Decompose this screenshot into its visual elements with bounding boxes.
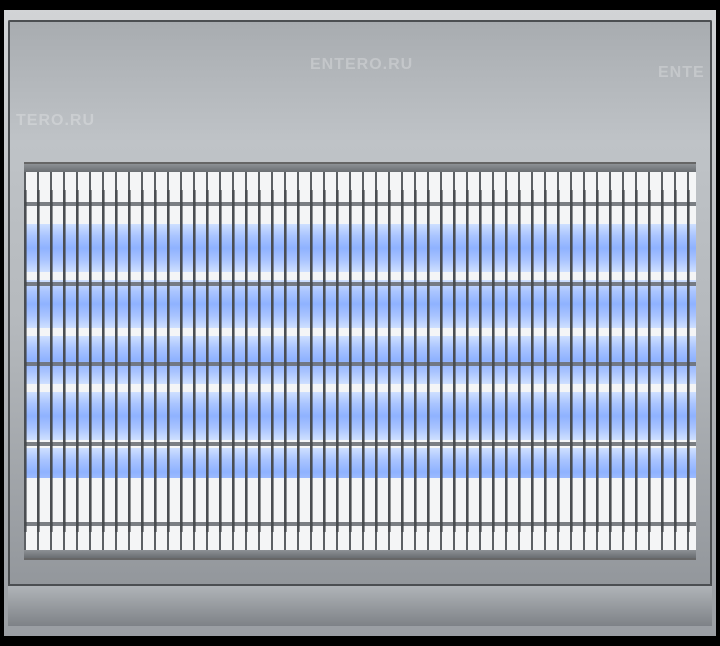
watermark-text: ENTERO.RU <box>310 56 413 74</box>
vertical-bars-inner <box>24 190 696 532</box>
device-front-panel: ENTERO.RU ENTE TERO.RU <box>8 20 712 626</box>
watermark-text: ENTE <box>658 64 705 82</box>
product-image-frame: ENTERO.RU ENTE TERO.RU <box>0 0 720 646</box>
protective-grid <box>24 162 696 560</box>
device-base-strip <box>8 584 712 626</box>
watermark-text: TERO.RU <box>16 112 95 130</box>
grid-bottom-rail <box>24 550 696 558</box>
device-outer-casing: ENTERO.RU ENTE TERO.RU <box>0 6 720 640</box>
grid-top-rail <box>24 164 696 172</box>
